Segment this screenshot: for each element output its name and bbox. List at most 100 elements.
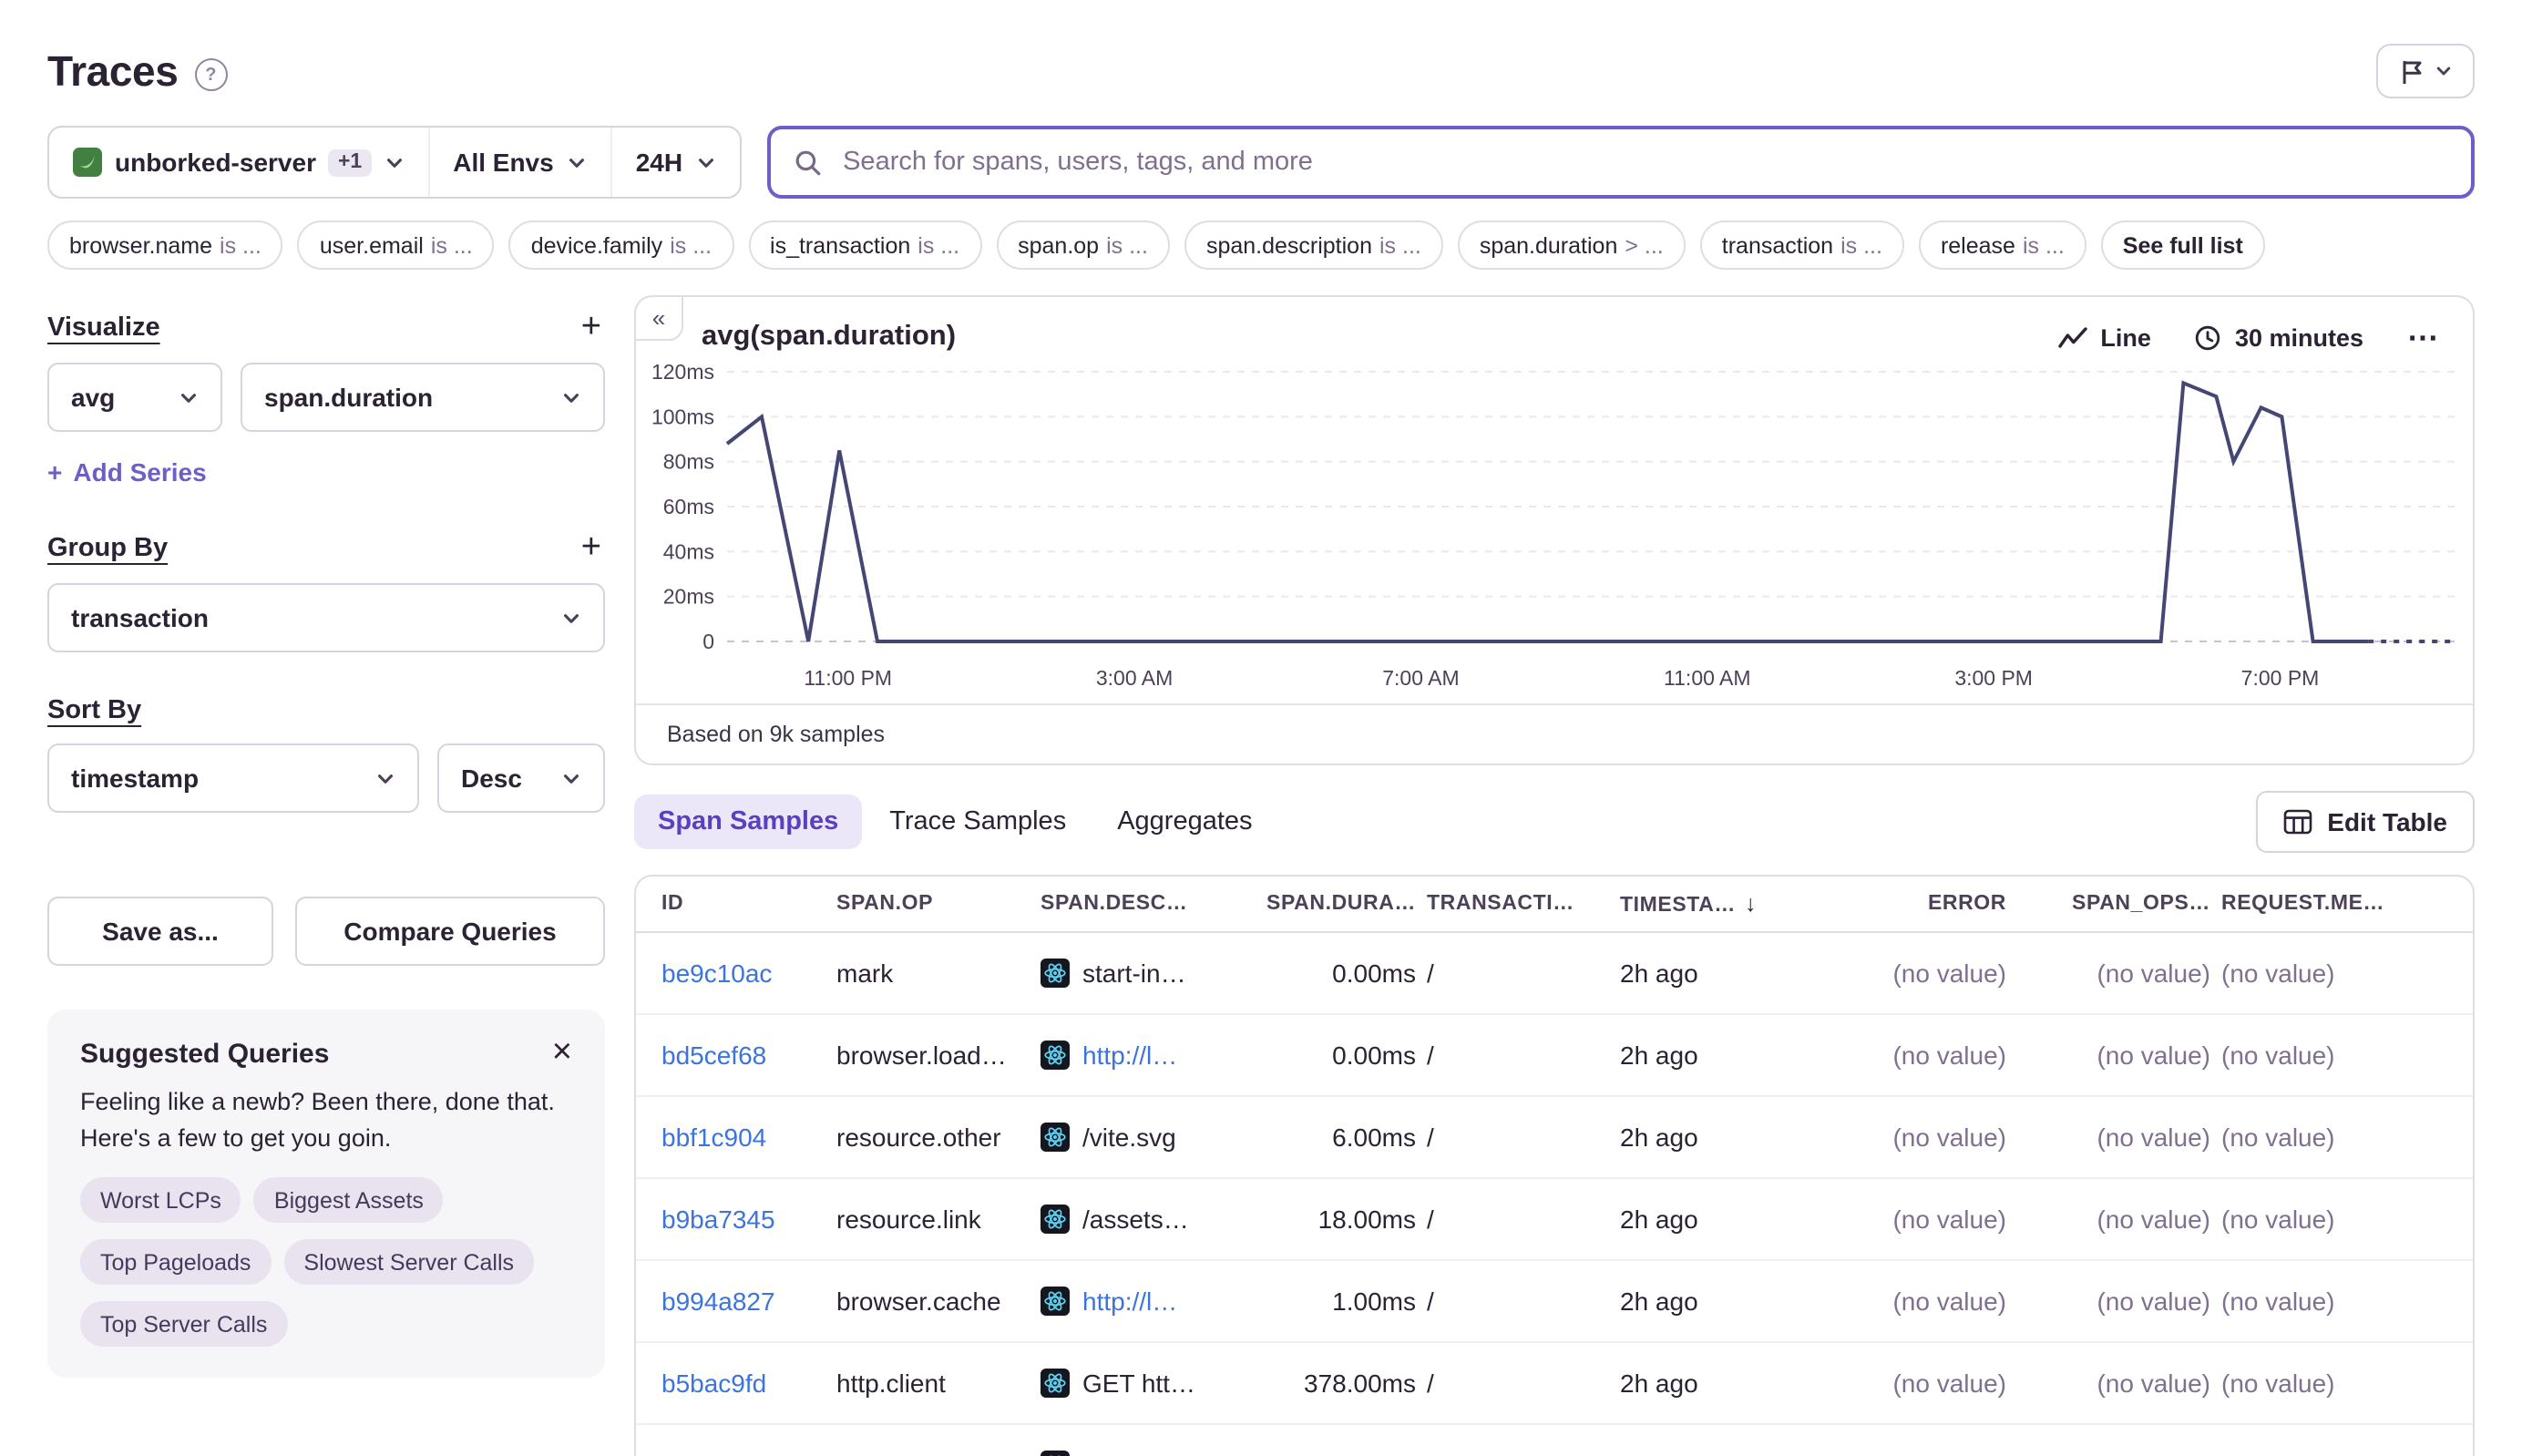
column-header-span-ops[interactable]: SPAN_OPS… [2017,893,2221,915]
filter-bar: unborked-server +1 All Envs 24H [47,126,2475,199]
chevron-down-icon [384,152,404,172]
chevron-down-icon [179,387,199,407]
column-header-id[interactable]: ID [661,893,836,915]
filter-chip[interactable]: release is ... [1918,220,2086,270]
svg-text:3:00 PM: 3:00 PM [1954,666,2033,690]
span-desc-cell: http://l… [1041,1041,1266,1070]
collapse-sidebar-button[interactable]: « [634,295,683,341]
filter-chip-key: span.op [1018,232,1100,258]
column-header-request-me[interactable]: REQUEST.ME… [2221,893,2447,915]
group-by-select[interactable]: transaction [47,583,605,652]
span-desc-cell: /assets… [1041,1205,1266,1234]
span-op-cell: mark [836,959,894,988]
filter-chip-key: browser.name [69,232,213,258]
transaction-cell: / [1427,1205,1434,1234]
date-range-label: 24H [635,148,683,177]
span-id-link[interactable]: b5bac9fd [661,1369,766,1398]
table-row[interactable]: b9ba7345 resource.link /assets… 18.00ms … [636,1179,2473,1261]
table-row[interactable]: bd5cef68 browser.load… http://l… 0.00ms … [636,1015,2473,1097]
suggested-query-chip[interactable]: Top Pageloads [80,1239,272,1286]
span-duration-cell: 0.00ms [1332,1041,1416,1070]
aggregate-select[interactable]: avg [47,363,222,432]
span-ops-cell: (no value) [2097,959,2210,988]
date-range-selector[interactable]: 24H [610,128,739,197]
filter-chip[interactable]: is_transaction is ... [748,220,982,270]
table-row[interactable]: be9c10ac mark start-in… 0.00ms / 2h ago … [636,933,2473,1015]
span-id-link[interactable]: be9c10ac [661,959,772,988]
filter-chip[interactable]: device.family is ... [508,220,734,270]
column-header-transacti[interactable]: TRANSACTI… [1427,893,1620,915]
table-row[interactable]: b41bfb26 resource.ifra… https://… 276.00… [636,1425,2473,1456]
span-id-link[interactable]: b994a827 [661,1287,775,1316]
request-method-cell: (no value) [2221,1287,2335,1316]
table-body: be9c10ac mark start-in… 0.00ms / 2h ago … [636,933,2473,1456]
request-method-cell: (no value) [2221,1369,2335,1398]
search-input[interactable] [839,146,2449,179]
close-icon[interactable]: × [541,1031,583,1073]
column-header-error[interactable]: ERROR [1795,893,2017,915]
compare-queries-button[interactable]: Compare Queries [295,897,605,966]
sort-direction-select[interactable]: Desc [437,743,605,813]
visualize-field-select[interactable]: span.duration [241,363,605,432]
column-header-span-op[interactable]: SPAN.OP [836,893,1041,915]
filter-chip-op: is ... [2022,232,2065,258]
add-group-by-button[interactable]: + [578,530,605,565]
transaction-cell: / [1427,1123,1434,1152]
span-op-cell: browser.load… [836,1041,1007,1070]
filter-chip[interactable]: browser.name is ... [47,220,283,270]
save-as-button[interactable]: Save as... [47,897,273,966]
timestamp-cell: 2h ago [1620,1451,1698,1456]
chart-more-button[interactable]: ⋯ [2407,322,2440,353]
svg-text:7:00 AM: 7:00 AM [1382,666,1459,690]
edit-table-button[interactable]: Edit Table [2256,791,2475,853]
interval-control[interactable]: 30 minutes [2195,323,2363,351]
column-header-span-desc[interactable]: SPAN.DESC… [1041,893,1266,915]
span-id-link[interactable]: b41bfb26 [661,1451,768,1456]
column-header-timesta[interactable]: TIMESTA… ↓ [1620,891,1795,917]
suggested-query-chip[interactable]: Top Server Calls [80,1301,288,1348]
filter-chip-key: user.email [319,232,424,258]
group-by-label: Group By [47,533,169,562]
span-id-link[interactable]: b9ba7345 [661,1205,775,1234]
error-cell: (no value) [1892,959,2006,988]
span-id-link[interactable]: bd5cef68 [661,1041,766,1070]
table-row[interactable]: b994a827 browser.cache http://l… 1.00ms … [636,1261,2473,1343]
filter-chip[interactable]: transaction is ... [1699,220,1904,270]
project-icon [73,148,102,177]
tab-trace-samples[interactable]: Trace Samples [866,795,1090,849]
project-selector[interactable]: unborked-server +1 [49,128,427,197]
chart-type-control[interactable]: Line [2056,323,2151,351]
error-cell: (no value) [1795,1451,2017,1456]
sort-field-select[interactable]: timestamp [47,743,419,813]
search-bar[interactable] [766,126,2475,199]
tab-span-samples[interactable]: Span Samples [634,795,863,849]
span-desc-cell: start-in… [1041,959,1266,988]
suggested-query-chip[interactable]: Worst LCPs [80,1177,241,1224]
request-method-cell: (no value) [2221,1451,2447,1456]
page-header: Traces ? [0,0,2522,98]
react-project-icon [1041,1369,1070,1398]
suggested-query-chip[interactable]: Biggest Assets [253,1177,444,1224]
environment-selector[interactable]: All Envs [427,128,610,197]
feature-flags-button[interactable] [2376,44,2475,98]
filter-chip-key: transaction [1721,232,1834,258]
add-series-button[interactable]: + Add Series [47,457,207,487]
sort-direction-value: Desc [461,764,522,793]
suggested-query-chip[interactable]: Slowest Server Calls [283,1239,535,1286]
tab-aggregates[interactable]: Aggregates [1093,795,1276,849]
filter-chip[interactable]: span.description is ... [1184,220,1443,270]
filter-chip-key: device.family [530,232,663,258]
span-id-link[interactable]: bbf1c904 [661,1123,766,1152]
see-full-list-button[interactable]: See full list [2100,220,2265,270]
table-row[interactable]: b5bac9fd http.client GET htt… 378.00ms /… [636,1343,2473,1425]
main-content: « avg(span.duration) Line 30 minutes ⋯ 0… [634,295,2475,1456]
chart-title: avg(span.duration) [702,321,957,352]
filter-chip-key: span.duration [1479,232,1618,258]
filter-chip[interactable]: span.duration > ... [1457,220,1686,270]
table-row[interactable]: bbf1c904 resource.other /vite.svg 6.00ms… [636,1097,2473,1179]
help-icon[interactable]: ? [194,58,228,91]
column-header-span-dura[interactable]: SPAN.DURA… [1266,893,1427,915]
add-visualize-button[interactable]: + [578,310,605,344]
filter-chip[interactable]: span.op is ... [996,220,1170,270]
filter-chip[interactable]: user.email is ... [297,220,495,270]
